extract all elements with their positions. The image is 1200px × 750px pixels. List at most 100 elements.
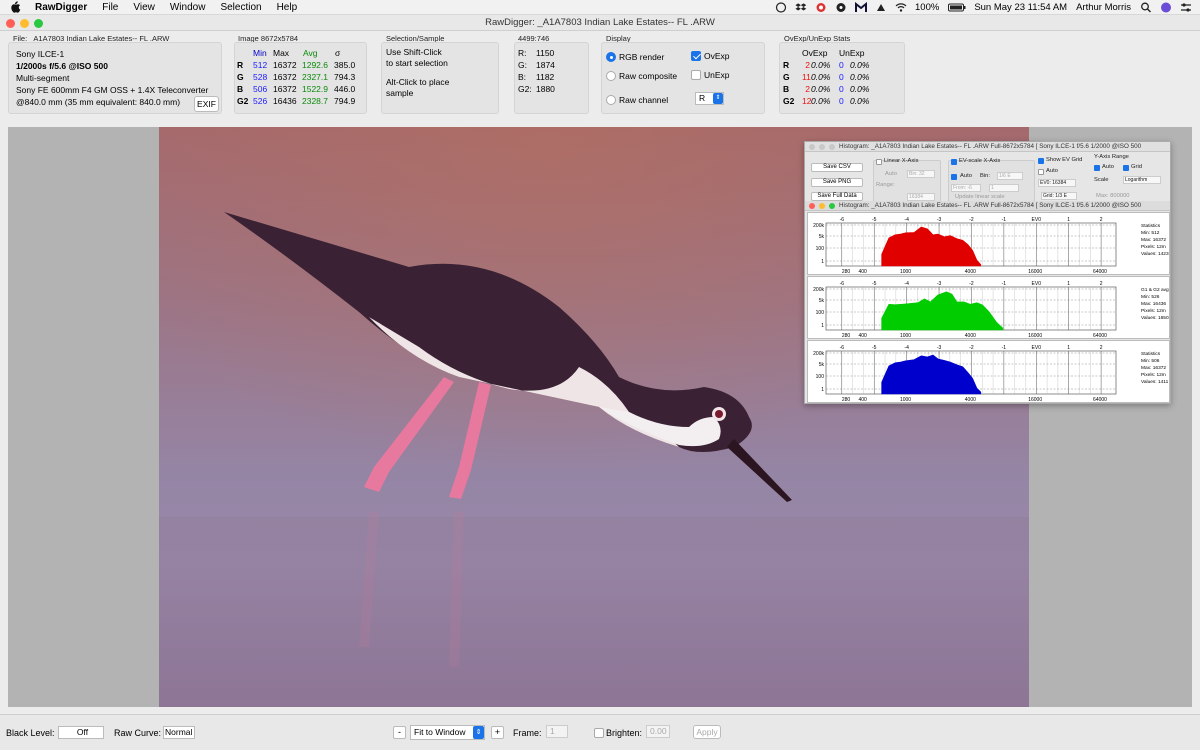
ev-tick-label: -2 <box>969 281 974 287</box>
x-tick-label: 64000 <box>1093 269 1107 275</box>
menu-view[interactable]: View <box>133 0 155 15</box>
selection-panel: Use Shift-Click to start selection Alt-C… <box>381 42 499 114</box>
ev-tick-label: -6 <box>840 345 845 351</box>
histogram-chart-2[interactable]: 200k 5k 100 1 -6 -5 -4 -3 -2 -1 EV0 1 2 280 400 1000 400… <box>807 276 1170 339</box>
histogram-stats-text: G1 & G2 avg <box>1141 287 1169 293</box>
histogram-minimize-button[interactable] <box>819 144 825 150</box>
brighten-field[interactable]: 0.00 <box>646 725 670 738</box>
image-stat-min: 512 <box>253 60 268 70</box>
histogram-zoom-button[interactable] <box>829 144 835 150</box>
y-auto-checkbox[interactable] <box>1094 165 1100 171</box>
exif-button[interactable]: EXIF <box>194 96 219 112</box>
ovexp-stat-ov: 12 <box>802 96 812 106</box>
control-center-icon[interactable] <box>1180 2 1192 13</box>
ovexp-stat-unp: 0.0% <box>850 72 870 82</box>
selection-hint-1: Use Shift-Click <box>386 47 442 57</box>
wifi-icon[interactable] <box>895 2 907 13</box>
raw-channel-select[interactable]: R ⇕ <box>695 92 724 105</box>
raw-curve-field[interactable]: Normal <box>163 726 195 739</box>
zoom-select[interactable]: Fit to Window ⇕ <box>410 725 485 740</box>
scale-select[interactable]: Logarithm <box>1123 176 1161 184</box>
black-level-field[interactable]: Off <box>58 726 104 739</box>
ovexp-label[interactable]: OvExp <box>704 51 730 61</box>
ev-auto-checkbox[interactable] <box>951 174 957 180</box>
y-tick-label: 5k <box>819 234 825 240</box>
key-icon[interactable] <box>835 2 847 13</box>
zoom-out-button[interactable]: - <box>393 726 406 739</box>
ev-tick-label: -6 <box>840 217 845 223</box>
rgb-render-radio[interactable] <box>606 52 616 62</box>
apple-icon[interactable] <box>9 1 21 13</box>
creative-cloud-icon[interactable] <box>815 2 827 13</box>
menu-user[interactable]: Arthur Morris <box>1076 2 1131 13</box>
raw-channel-label[interactable]: Raw channel <box>619 95 668 105</box>
menu-app-name[interactable]: RawDigger <box>35 0 87 15</box>
ev-tick-label: -5 <box>872 217 877 223</box>
zoom-in-button[interactable]: + <box>491 726 504 739</box>
save-full-data-button[interactable]: Save Full Data <box>811 192 863 201</box>
raw-channel-radio[interactable] <box>606 95 616 105</box>
image-stat-avg: 1522.9 <box>302 84 328 94</box>
histogram-chart-1[interactable]: 200k 5k 100 1 -6 -5 -4 -3 -2 -1 EV0 1 2 280 400 1000 400… <box>807 212 1170 275</box>
histogram-svg: 200k 5k 100 1 -6 -5 -4 -3 -2 -1 EV0 1 2 280 400 1000 400… <box>813 217 1169 275</box>
metering-mode: Multi-segment <box>16 73 70 83</box>
ovexp-stat-ov: 2 <box>805 84 810 94</box>
menu-selection[interactable]: Selection <box>220 0 261 15</box>
ovexp-stat-un: 0 <box>839 96 844 106</box>
rgb-render-label[interactable]: RGB render <box>619 52 664 62</box>
ev-tick-label: EV0 <box>1032 345 1042 351</box>
ev-tick-label: -2 <box>969 345 974 351</box>
save-png-button[interactable]: Save PNG <box>811 178 863 187</box>
histogram-window[interactable]: Histogram: _A1A7803 Indian Lake Estates-… <box>804 141 1171 404</box>
ev-tick-label: -3 <box>937 281 942 287</box>
siri-icon[interactable] <box>1160 2 1172 13</box>
menu-clock[interactable]: Sun May 23 11:54 AM <box>974 2 1067 13</box>
unexp-label[interactable]: UnExp <box>704 70 730 80</box>
y-tick-label: 1 <box>821 259 824 265</box>
histogram-pane-minimize-button[interactable] <box>819 203 825 209</box>
menu-extra-icon[interactable] <box>875 2 887 13</box>
chevron-updown-icon: ⇕ <box>473 726 484 739</box>
histogram-pane-close-button[interactable] <box>809 203 815 209</box>
histogram-settings-title-bar: Histogram: _A1A7803 Indian Lake Estates-… <box>805 142 1170 152</box>
status-app-icon[interactable] <box>775 2 787 13</box>
y-grid-checkbox[interactable] <box>1123 165 1129 171</box>
frame-label: Frame: <box>513 728 542 738</box>
ev-tick-label: -5 <box>872 281 877 287</box>
show-ev-grid-checkbox[interactable] <box>1038 158 1044 164</box>
sample-value: 1150 <box>536 48 555 58</box>
ev-grid-select[interactable]: Grid: 1/3 E <box>1041 192 1077 200</box>
malwarebytes-icon[interactable] <box>855 1 867 13</box>
raw-composite-radio[interactable] <box>606 71 616 81</box>
sample-value: 1182 <box>536 72 555 82</box>
histogram-stats-text: Statistics <box>1141 351 1161 357</box>
battery-icon[interactable] <box>948 2 966 13</box>
save-csv-button[interactable]: Save CSV <box>811 163 863 172</box>
linear-bin-field: Bin: 32 <box>907 170 935 178</box>
apply-button[interactable]: Apply <box>693 725 721 739</box>
linear-x-checkbox[interactable] <box>876 159 882 165</box>
ev-scale-label: EV-scale X-Axis <box>959 158 1001 164</box>
dropbox-icon[interactable] <box>795 2 807 13</box>
unexp-checkbox[interactable] <box>691 70 701 80</box>
raw-composite-label[interactable]: Raw composite <box>619 71 677 81</box>
ev-scale-checkbox[interactable] <box>951 159 957 165</box>
y-max-field: Max: 800000 <box>1096 193 1130 199</box>
menu-file[interactable]: File <box>102 0 118 15</box>
header-min: Min <box>253 48 267 58</box>
search-icon[interactable] <box>1140 2 1152 13</box>
ev-grid-auto-checkbox[interactable] <box>1038 169 1044 175</box>
histogram-close-button[interactable] <box>809 144 815 150</box>
histogram-chart-3[interactable]: 200k 5k 100 1 -6 -5 -4 -3 -2 -1 EV0 1 2 280 400 1000 400… <box>807 340 1170 403</box>
image-stat-min: 506 <box>253 84 268 94</box>
ovexp-stat-ov: 2 <box>805 60 810 70</box>
frame-field[interactable]: 1 <box>546 725 568 738</box>
ev0-field[interactable]: EV0: 16384 <box>1038 179 1076 187</box>
menu-window[interactable]: Window <box>170 0 206 15</box>
menu-help[interactable]: Help <box>277 0 298 15</box>
histogram-pane-zoom-button[interactable] <box>829 203 835 209</box>
ovexp-checkbox[interactable] <box>691 51 701 61</box>
selection-hint-3: Alt-Click to place <box>386 77 450 87</box>
brighten-checkbox[interactable] <box>594 728 604 738</box>
ev-tick-label: 2 <box>1100 217 1103 223</box>
